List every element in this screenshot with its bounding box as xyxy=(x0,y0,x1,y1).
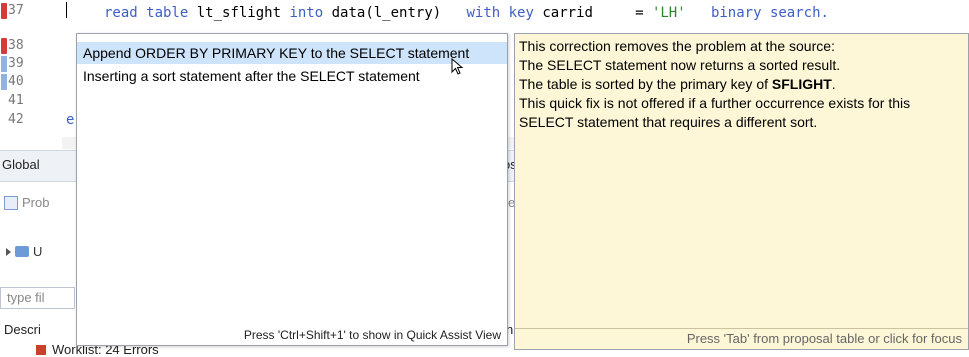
popup-footer-hint: Press 'Ctrl+Shift+1' to show in Quick As… xyxy=(243,328,501,342)
problems-tab-label: Prob xyxy=(22,195,50,210)
tree-item[interactable]: U xyxy=(6,244,42,259)
string-literal: 'LH' xyxy=(651,5,686,21)
mouse-cursor-icon xyxy=(451,57,465,81)
keyword: read table xyxy=(104,5,189,21)
line-number: 39 xyxy=(0,55,56,73)
line-number: 38 xyxy=(0,37,56,55)
tree-item-label: U xyxy=(33,244,43,259)
info-line: This correction removes the problem at t… xyxy=(519,38,835,54)
code-line-42[interactable]: e xyxy=(66,111,74,129)
keyword: binary search. xyxy=(710,5,829,21)
quick-fix-popup: Append ORDER BY PRIMARY KEY to the SELEC… xyxy=(76,33,508,346)
line-number: 42 xyxy=(0,111,56,129)
error-marker-icon[interactable] xyxy=(1,3,7,19)
line-number-gutter: 37 38 39 40 41 42 xyxy=(0,0,62,150)
line-number: 41 xyxy=(0,92,56,110)
line-number-text: 42 xyxy=(8,112,24,127)
error-marker-icon[interactable] xyxy=(1,38,7,54)
line-number-text: 37 xyxy=(8,3,24,18)
info-footer: Press 'Tab' from proposal table or click… xyxy=(515,328,968,349)
proposal-info-popup[interactable]: This correction removes the problem at t… xyxy=(514,33,969,350)
line-number-text: 39 xyxy=(8,56,24,71)
code-line-37[interactable]: read table lt_sflight into data(l_entry)… xyxy=(104,4,829,22)
problems-tab[interactable]: Prob xyxy=(4,195,49,210)
proposal-item-insert-sort[interactable]: Inserting a sort statement after the SEL… xyxy=(77,65,507,87)
info-text: . xyxy=(831,76,836,92)
folder-icon xyxy=(15,246,29,257)
keyword: into xyxy=(289,5,324,21)
keyword: with key xyxy=(466,5,534,21)
tab-global[interactable]: Global xyxy=(2,157,40,172)
info-line: SELECT statement that requires a differe… xyxy=(519,114,818,130)
change-marker-icon xyxy=(1,74,7,90)
table-name: SFLIGHT xyxy=(771,76,832,92)
text-caret xyxy=(66,2,67,18)
info-footer-hint: Press 'Tab' from proposal table or click… xyxy=(686,331,962,346)
line-number-text: 38 xyxy=(8,38,24,53)
description-column-header[interactable]: Descri xyxy=(4,322,41,337)
code-text: carrid = xyxy=(533,5,652,21)
info-text: The table is sorted by the primary key o… xyxy=(519,76,772,92)
info-line: The table is sorted by the primary key o… xyxy=(519,75,836,93)
line-number-text: 41 xyxy=(8,93,24,108)
problems-icon xyxy=(4,195,18,210)
change-marker-icon xyxy=(1,56,7,72)
info-line: The SELECT statement now returns a sorte… xyxy=(519,57,841,73)
line-number: 40 xyxy=(0,73,56,91)
proposal-item-append-order-by[interactable]: Append ORDER BY PRIMARY KEY to the SELEC… xyxy=(77,42,507,64)
code-text: lt_sflight xyxy=(188,5,290,21)
line-number: 37 xyxy=(0,2,56,20)
line-number-text: 40 xyxy=(8,74,24,89)
code-text: data(l_entry) xyxy=(323,5,442,21)
expand-arrow-icon[interactable] xyxy=(6,247,11,256)
filter-input[interactable]: type fil xyxy=(0,287,75,309)
error-icon xyxy=(36,344,46,355)
info-line: This quick fix is not offered if a furth… xyxy=(519,95,911,111)
